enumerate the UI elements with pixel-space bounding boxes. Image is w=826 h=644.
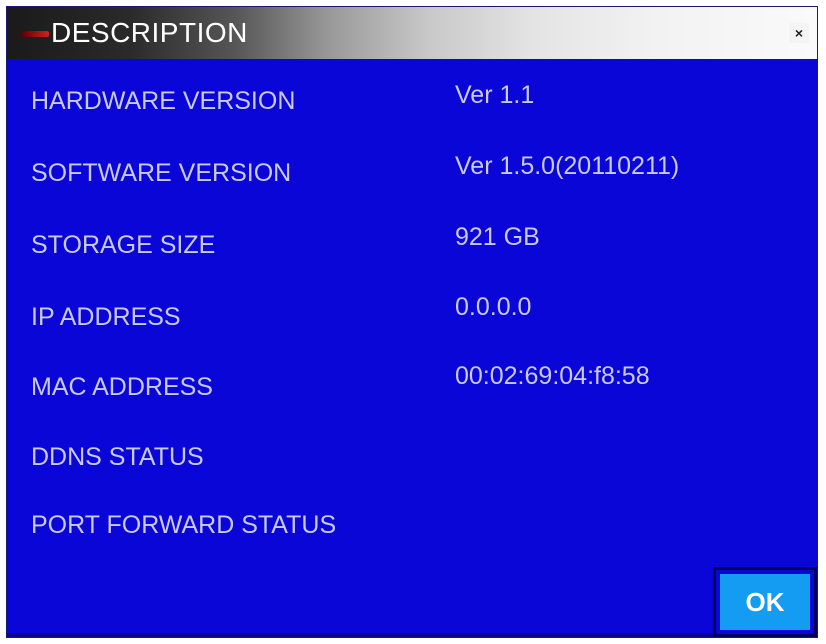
ok-button-label: OK [720,574,810,630]
label-ddns-status: DDNS STATUS [31,443,204,471]
label-mac-address: MAC ADDRESS [31,373,213,401]
label-port-forward-status: PORT FORWARD STATUS [31,511,337,539]
label-software-version: SOFTWARE VERSION [31,159,292,187]
value-mac-address: 00:02:69:04:f8:58 [455,362,650,390]
dialog-title: DESCRIPTION [51,17,248,48]
value-storage-size: 921 GB [455,223,540,251]
label-ip-address: IP ADDRESS [31,303,181,331]
label-storage-size: STORAGE SIZE [31,231,216,259]
value-ip-address: 0.0.0.0 [455,293,532,321]
ok-button[interactable]: OK [713,567,817,637]
value-software-version: Ver 1.5.0(20110211) [455,152,680,180]
label-hardware-version: HARDWARE VERSION [31,87,296,115]
value-hardware-version: Ver 1.1 [455,81,535,109]
title-accent-icon [21,31,49,37]
bottom-strip [7,633,817,637]
title-bar[interactable]: DESCRIPTION × [7,7,817,59]
close-button[interactable]: × [789,23,809,43]
description-dialog: DESCRIPTION × HARDWARE VERSION Ver 1.1 S… [6,6,818,638]
